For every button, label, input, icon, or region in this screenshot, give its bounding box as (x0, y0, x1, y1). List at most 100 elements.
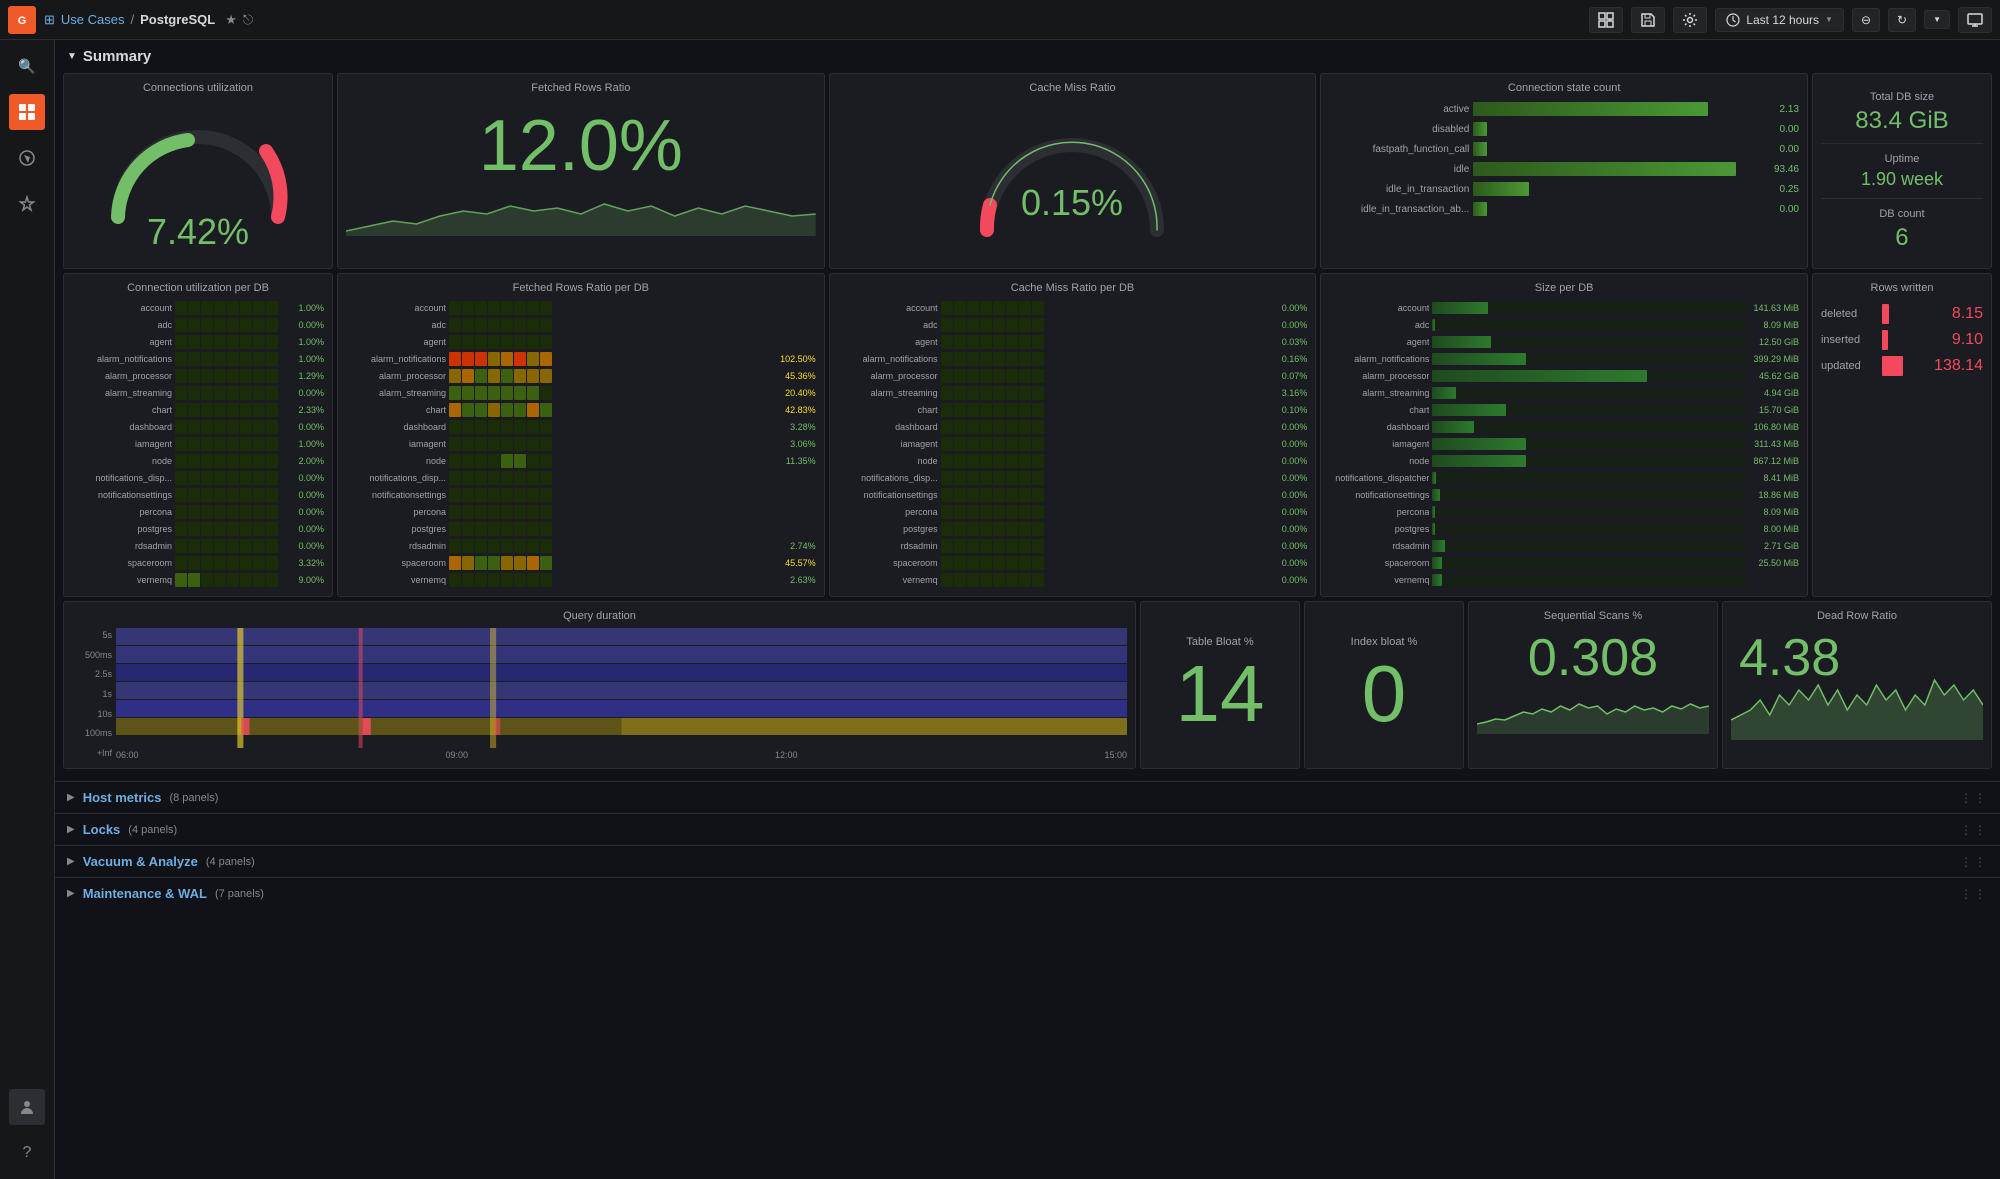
heatmap-cell (475, 301, 487, 315)
chevron-down-button[interactable]: ▼ (1924, 10, 1950, 29)
heatmap-label: node (72, 456, 172, 466)
tv-mode-button[interactable] (1958, 7, 1992, 33)
settings-button[interactable] (1673, 7, 1707, 33)
dead-row-title: Dead Row Ratio (1731, 610, 1983, 622)
cache-miss-title: Cache Miss Ratio (838, 82, 1308, 94)
heatmap-label: percona (1329, 507, 1429, 517)
heatmap-val: 2.33% (281, 405, 324, 415)
heatmap-cell (993, 437, 1005, 451)
locks-section[interactable]: ▶ Locks (4 panels) ⋮⋮ (55, 813, 2000, 845)
heatmap-cell (488, 403, 500, 417)
grafana-logo[interactable]: G (8, 6, 36, 34)
heatmap-cell (475, 318, 487, 332)
heatmap-cell (954, 505, 966, 519)
breadcrumb-use-cases[interactable]: Use Cases (61, 12, 125, 27)
heatmap-cells (449, 539, 763, 553)
heatmap-label: postgres (1329, 524, 1429, 534)
add-panel-button[interactable] (1589, 7, 1623, 33)
heatmap-cell (214, 539, 226, 553)
host-metrics-section[interactable]: ▶ Host metrics (8 panels) ⋮⋮ (55, 781, 2000, 813)
sidebar-item-explore[interactable] (9, 140, 45, 176)
heatmap-label: adc (838, 320, 938, 330)
row1: Connections utilization 7.42% (63, 73, 1992, 269)
host-metrics-label: Host metrics (83, 790, 162, 805)
heatmap-cell (449, 437, 461, 451)
heatmap-cell (954, 573, 966, 587)
heatmap-cell (1019, 301, 1031, 315)
breadcrumb-postgresql[interactable]: PostgreSQL (140, 12, 215, 27)
heatmap-label: percona (346, 507, 446, 517)
vacuum-analyze-section[interactable]: ▶ Vacuum & Analyze (4 panels) ⋮⋮ (55, 845, 2000, 877)
heatmap-cell (175, 318, 187, 332)
share-icon[interactable]: ⎋ (243, 12, 253, 28)
heatmap-cell (488, 386, 500, 400)
heatmap-cell (993, 505, 1005, 519)
heatmap-cell (462, 488, 474, 502)
heatmap-cell (514, 471, 526, 485)
heatmap-cell (253, 420, 265, 434)
heatmap-label: dashboard (72, 422, 172, 432)
time-range-picker[interactable]: Last 12 hours ▼ (1715, 8, 1844, 32)
state-label: fastpath_function_call (1329, 144, 1469, 155)
heatmap-cell (266, 369, 278, 383)
heatmap-cell (967, 471, 979, 485)
heatmap-label: chart (1329, 405, 1429, 415)
heatmap-cell (1032, 488, 1044, 502)
sidebar: 🔍 ? (0, 40, 55, 1179)
sidebar-item-alerting[interactable] (9, 186, 45, 222)
heatmap-val: 0.16% (1257, 354, 1307, 364)
summary-section-header[interactable]: ▼ Summary (55, 40, 2000, 73)
heatmap-cell (540, 573, 552, 587)
heatmap-cell (253, 386, 265, 400)
state-bar-fill (1473, 202, 1487, 216)
heatmap-row: alarm_streaming 20.40% (346, 385, 816, 401)
sidebar-item-dashboards[interactable] (9, 94, 45, 130)
heatmap-cell (488, 454, 500, 468)
heatmap-val: 0.00% (1257, 473, 1307, 483)
heatmap-cell (941, 539, 953, 553)
heatmap-cell (475, 352, 487, 366)
heatmap-cell (253, 369, 265, 383)
heatmap-cell (954, 386, 966, 400)
heatmap-cell (214, 505, 226, 519)
heatmap-val: 0.00% (281, 524, 324, 534)
heatmap-cell (514, 573, 526, 587)
heatmap-cell (527, 420, 539, 434)
heatmap-cell (954, 437, 966, 451)
heatmap-cell (475, 471, 487, 485)
sidebar-item-search[interactable]: 🔍 (9, 48, 45, 84)
sidebar-item-user[interactable] (9, 1089, 45, 1125)
heatmap-cell (214, 471, 226, 485)
heatmap-label: notificationsettings (72, 490, 172, 500)
heatmap-row: vernemq 2.63% (346, 572, 816, 588)
sequential-scans-value: 0.308 (1528, 632, 1658, 684)
heatmap-cells (941, 454, 1255, 468)
heatmap-cell (227, 352, 239, 366)
heatmap-row: postgres (346, 521, 816, 537)
heatmap-cell (967, 573, 979, 587)
index-bloat-title: Index bloat % (1351, 636, 1418, 648)
zoom-out-button[interactable]: ⊖ (1852, 8, 1880, 32)
star-icon[interactable]: ★ (225, 12, 237, 28)
heatmap-cell (514, 403, 526, 417)
heatmap-cell (1019, 471, 1031, 485)
heatmap-label: adc (72, 320, 172, 330)
heatmap-val: 0.00% (1257, 320, 1307, 330)
heatmap-cell (201, 505, 213, 519)
refresh-button[interactable]: ↻ (1888, 8, 1916, 32)
heatmap-val: 0.10% (1257, 405, 1307, 415)
heatmap-val: 0.00% (1257, 541, 1307, 551)
heatmap-cell (501, 471, 513, 485)
heatmap-cell (188, 471, 200, 485)
breadcrumb-apps[interactable]: ⊞ (44, 12, 55, 28)
heatmap-cell (514, 488, 526, 502)
maintenance-wal-section[interactable]: ▶ Maintenance & WAL (7 panels) ⋮⋮ (55, 877, 2000, 909)
save-button[interactable] (1631, 7, 1665, 33)
heatmap-val: 8.00 MiB (1749, 524, 1799, 534)
heatmap-cell (488, 539, 500, 553)
heatmap-cells (941, 403, 1255, 417)
sidebar-item-help[interactable]: ? (9, 1135, 45, 1171)
heatmap-val: 12.50 GiB (1749, 337, 1799, 347)
heatmap-val: 106.80 MiB (1749, 422, 1799, 432)
heatmap-label: notifications_dispatcher (1329, 473, 1429, 483)
